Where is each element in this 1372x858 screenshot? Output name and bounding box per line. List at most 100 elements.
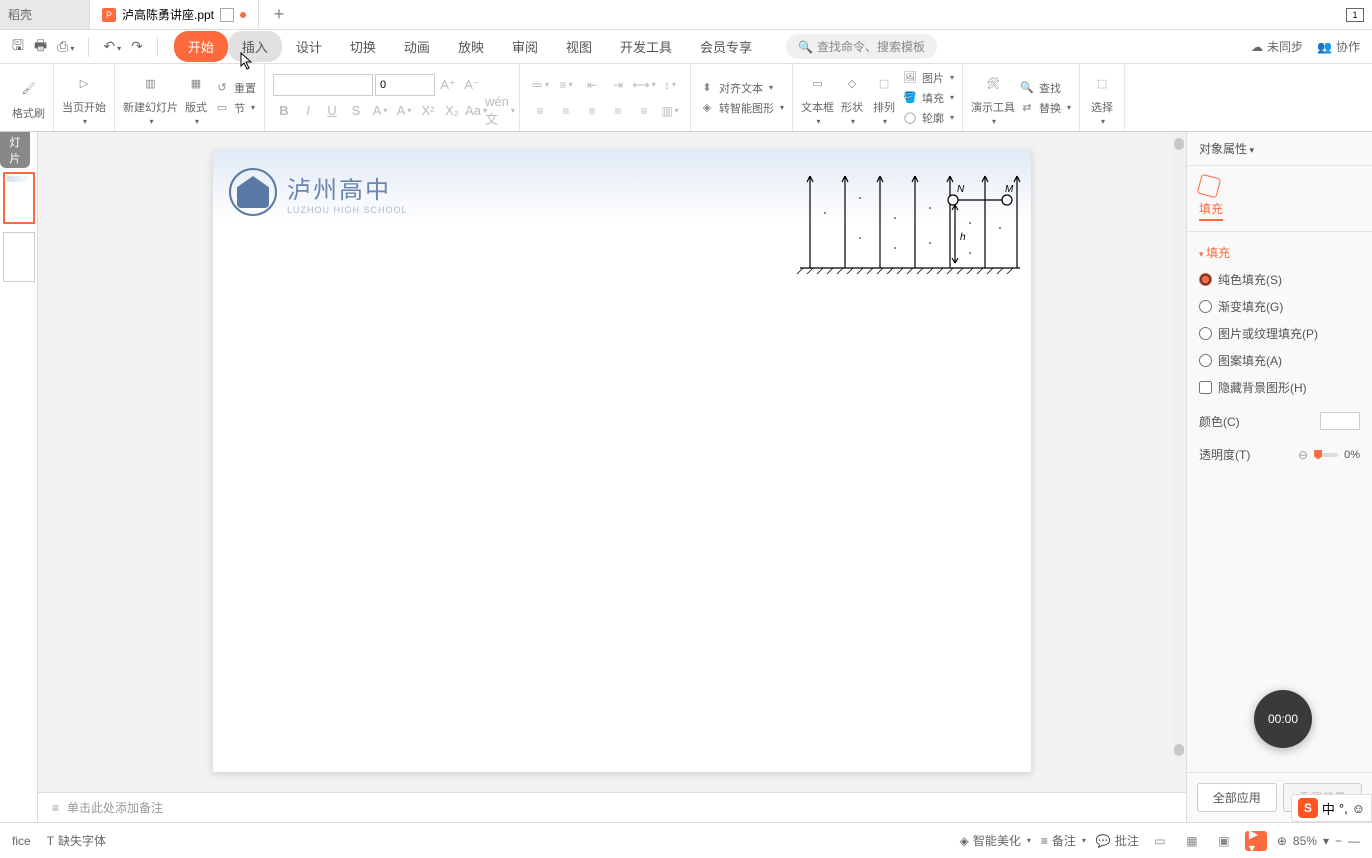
fill-mode-icon[interactable] xyxy=(1197,174,1221,198)
sync-status[interactable]: ☁未同步 xyxy=(1251,38,1303,55)
decrease-font-icon[interactable]: A⁻ xyxy=(461,74,483,96)
justify-button[interactable]: ≡ xyxy=(606,99,630,123)
sogou-icon[interactable]: S xyxy=(1298,798,1318,818)
new-tab-button[interactable]: + xyxy=(259,4,299,25)
shape-outline-button[interactable]: ◯轮廓 xyxy=(902,110,954,126)
italic-button[interactable]: I xyxy=(297,100,319,122)
redo-button[interactable]: ↷ xyxy=(131,38,143,55)
new-slide-button[interactable]: ▥ 新建幻灯片 xyxy=(123,69,178,126)
tab-review[interactable]: 审阅 xyxy=(498,31,552,62)
shape-fill-button[interactable]: 🪣填充 xyxy=(902,90,954,106)
normal-view-button[interactable]: ▭ xyxy=(1149,831,1171,851)
tab-devtools[interactable]: 开发工具 xyxy=(606,31,686,62)
text-direction-button[interactable]: ⟷ xyxy=(632,73,656,97)
increase-font-icon[interactable]: A⁺ xyxy=(437,74,459,96)
select-button[interactable]: ⬚选择 xyxy=(1088,69,1116,126)
slides-tab-label[interactable]: 灯片 xyxy=(0,132,30,168)
ime-face-icon[interactable]: ☺ xyxy=(1352,801,1365,816)
slideshow-view-button[interactable]: ▶ ▾ xyxy=(1245,831,1267,851)
docer-tab[interactable]: 稻壳 xyxy=(0,0,90,29)
opacity-minus[interactable]: ⊖ xyxy=(1298,448,1308,462)
underline-button[interactable]: U xyxy=(321,100,343,122)
print-icon[interactable]: 🖶 xyxy=(34,35,47,59)
arrange-button[interactable]: ⬚排列 xyxy=(870,69,898,126)
from-current-button[interactable]: ▷ 当页开始 xyxy=(62,69,106,126)
columns-button[interactable]: ▥ xyxy=(658,99,682,123)
decrease-indent-button[interactable]: ⇤ xyxy=(580,73,604,97)
font-color-button[interactable]: A xyxy=(369,100,391,122)
save-icon[interactable]: 🖫 xyxy=(12,35,24,59)
tab-design[interactable]: 设计 xyxy=(282,31,336,62)
zoom-out-button[interactable]: − xyxy=(1335,834,1342,848)
physics-diagram[interactable]: N M h xyxy=(795,168,1023,282)
solid-fill-radio[interactable]: 纯色填充(S) xyxy=(1199,271,1360,288)
tab-animation[interactable]: 动画 xyxy=(390,31,444,62)
shape-button[interactable]: ◇形状 xyxy=(838,69,866,126)
section-button[interactable]: ▭节 xyxy=(214,100,256,116)
align-left-button[interactable]: ≡ xyxy=(528,99,552,123)
scroll-up-icon[interactable] xyxy=(1174,138,1184,150)
tab-start[interactable]: 开始 xyxy=(174,31,228,62)
sorter-view-button[interactable]: ▦ xyxy=(1181,831,1203,851)
align-text-button[interactable]: ⬍对齐文本 xyxy=(699,80,784,96)
ime-toolbar[interactable]: S 中 °, ☺ xyxy=(1291,794,1372,822)
font-size-select[interactable] xyxy=(375,74,435,96)
align-center-button[interactable]: ≡ xyxy=(554,99,578,123)
color-picker[interactable] xyxy=(1320,412,1360,430)
opacity-slider[interactable] xyxy=(1314,453,1338,457)
bullets-button[interactable]: ≔ xyxy=(528,73,552,97)
collaborate-button[interactable]: 👥协作 xyxy=(1317,38,1360,55)
bold-button[interactable]: B xyxy=(273,100,295,122)
hide-bg-checkbox[interactable]: 隐藏背景图形(H) xyxy=(1199,379,1360,396)
replace-button[interactable]: ⇄替换 xyxy=(1019,100,1071,116)
notes-toggle[interactable]: ≡备注 xyxy=(1041,832,1086,849)
scroll-down-icon[interactable] xyxy=(1174,744,1184,756)
comments-toggle[interactable]: 💬批注 xyxy=(1096,832,1139,849)
ime-punct[interactable]: °, xyxy=(1339,801,1348,816)
vertical-scrollbar[interactable] xyxy=(1172,132,1186,762)
print-preview-icon[interactable]: ⎙ xyxy=(57,38,74,55)
tab-view[interactable]: 视图 xyxy=(552,31,606,62)
missing-font-button[interactable]: T缺失字体 xyxy=(47,832,106,849)
screen-record-widget[interactable]: 00:00 xyxy=(1254,690,1312,748)
highlight-button[interactable]: A xyxy=(393,100,415,122)
slide-thumbnail-1[interactable] xyxy=(3,172,35,224)
line-spacing-button[interactable]: ↕ xyxy=(658,73,682,97)
command-search[interactable]: 🔍 查找命令、搜索模板 xyxy=(786,34,937,59)
gradient-fill-radio[interactable]: 渐变填充(G) xyxy=(1199,298,1360,315)
strike-button[interactable]: S xyxy=(345,100,367,122)
zoom-value[interactable]: 85% xyxy=(1293,834,1317,848)
tab-member[interactable]: 会员专享 xyxy=(686,31,766,62)
textbox-button[interactable]: ▭文本框 xyxy=(801,69,834,126)
format-painter-button[interactable]: 🖌 格式刷 xyxy=(12,75,45,121)
layout-button[interactable]: ▦ 版式 xyxy=(182,69,210,126)
reset-button[interactable]: ↺重置 xyxy=(214,80,256,96)
ime-lang[interactable]: 中 xyxy=(1322,799,1335,818)
tab-insert[interactable]: 插入 xyxy=(228,31,282,62)
picture-fill-radio[interactable]: 图片或纹理填充(P) xyxy=(1199,325,1360,342)
fill-section-title[interactable]: 填充 xyxy=(1199,244,1360,261)
convert-smartart-button[interactable]: ◈转智能图形 xyxy=(699,100,784,116)
apply-all-button[interactable]: 全部应用 xyxy=(1197,783,1277,812)
picture-button[interactable]: 🖼图片 xyxy=(902,70,954,86)
slide-thumbnail-2[interactable] xyxy=(3,232,35,282)
zoom-dropdown-icon[interactable]: ▾ xyxy=(1323,834,1329,848)
subscript-button[interactable]: X₂ xyxy=(441,100,463,122)
numbering-button[interactable]: ≡ xyxy=(554,73,578,97)
slide-canvas-area[interactable]: 泸州高中 LUZHOU HIGH SCHOOL xyxy=(38,132,1186,822)
change-case-button[interactable]: Aa xyxy=(465,100,487,122)
phonetic-button[interactable]: wén文 xyxy=(489,100,511,122)
panel-title[interactable]: 对象属性 xyxy=(1187,132,1372,166)
superscript-button[interactable]: X² xyxy=(417,100,439,122)
present-tools-button[interactable]: 🛠演示工具 xyxy=(971,69,1015,126)
undo-button[interactable]: ↶ xyxy=(103,38,121,55)
document-tab[interactable]: P 泸高陈勇讲座.ppt xyxy=(90,0,259,29)
font-family-select[interactable] xyxy=(273,74,373,96)
reading-view-button[interactable]: ▣ xyxy=(1213,831,1235,851)
tab-slideshow[interactable]: 放映 xyxy=(444,31,498,62)
pattern-fill-radio[interactable]: 图案填充(A) xyxy=(1199,352,1360,369)
distribute-button[interactable]: ≡ xyxy=(632,99,656,123)
tab-restore-icon[interactable] xyxy=(220,8,234,22)
fill-mode-label[interactable]: 填充 xyxy=(1199,200,1223,221)
window-indicator[interactable]: 1 xyxy=(1346,8,1364,22)
